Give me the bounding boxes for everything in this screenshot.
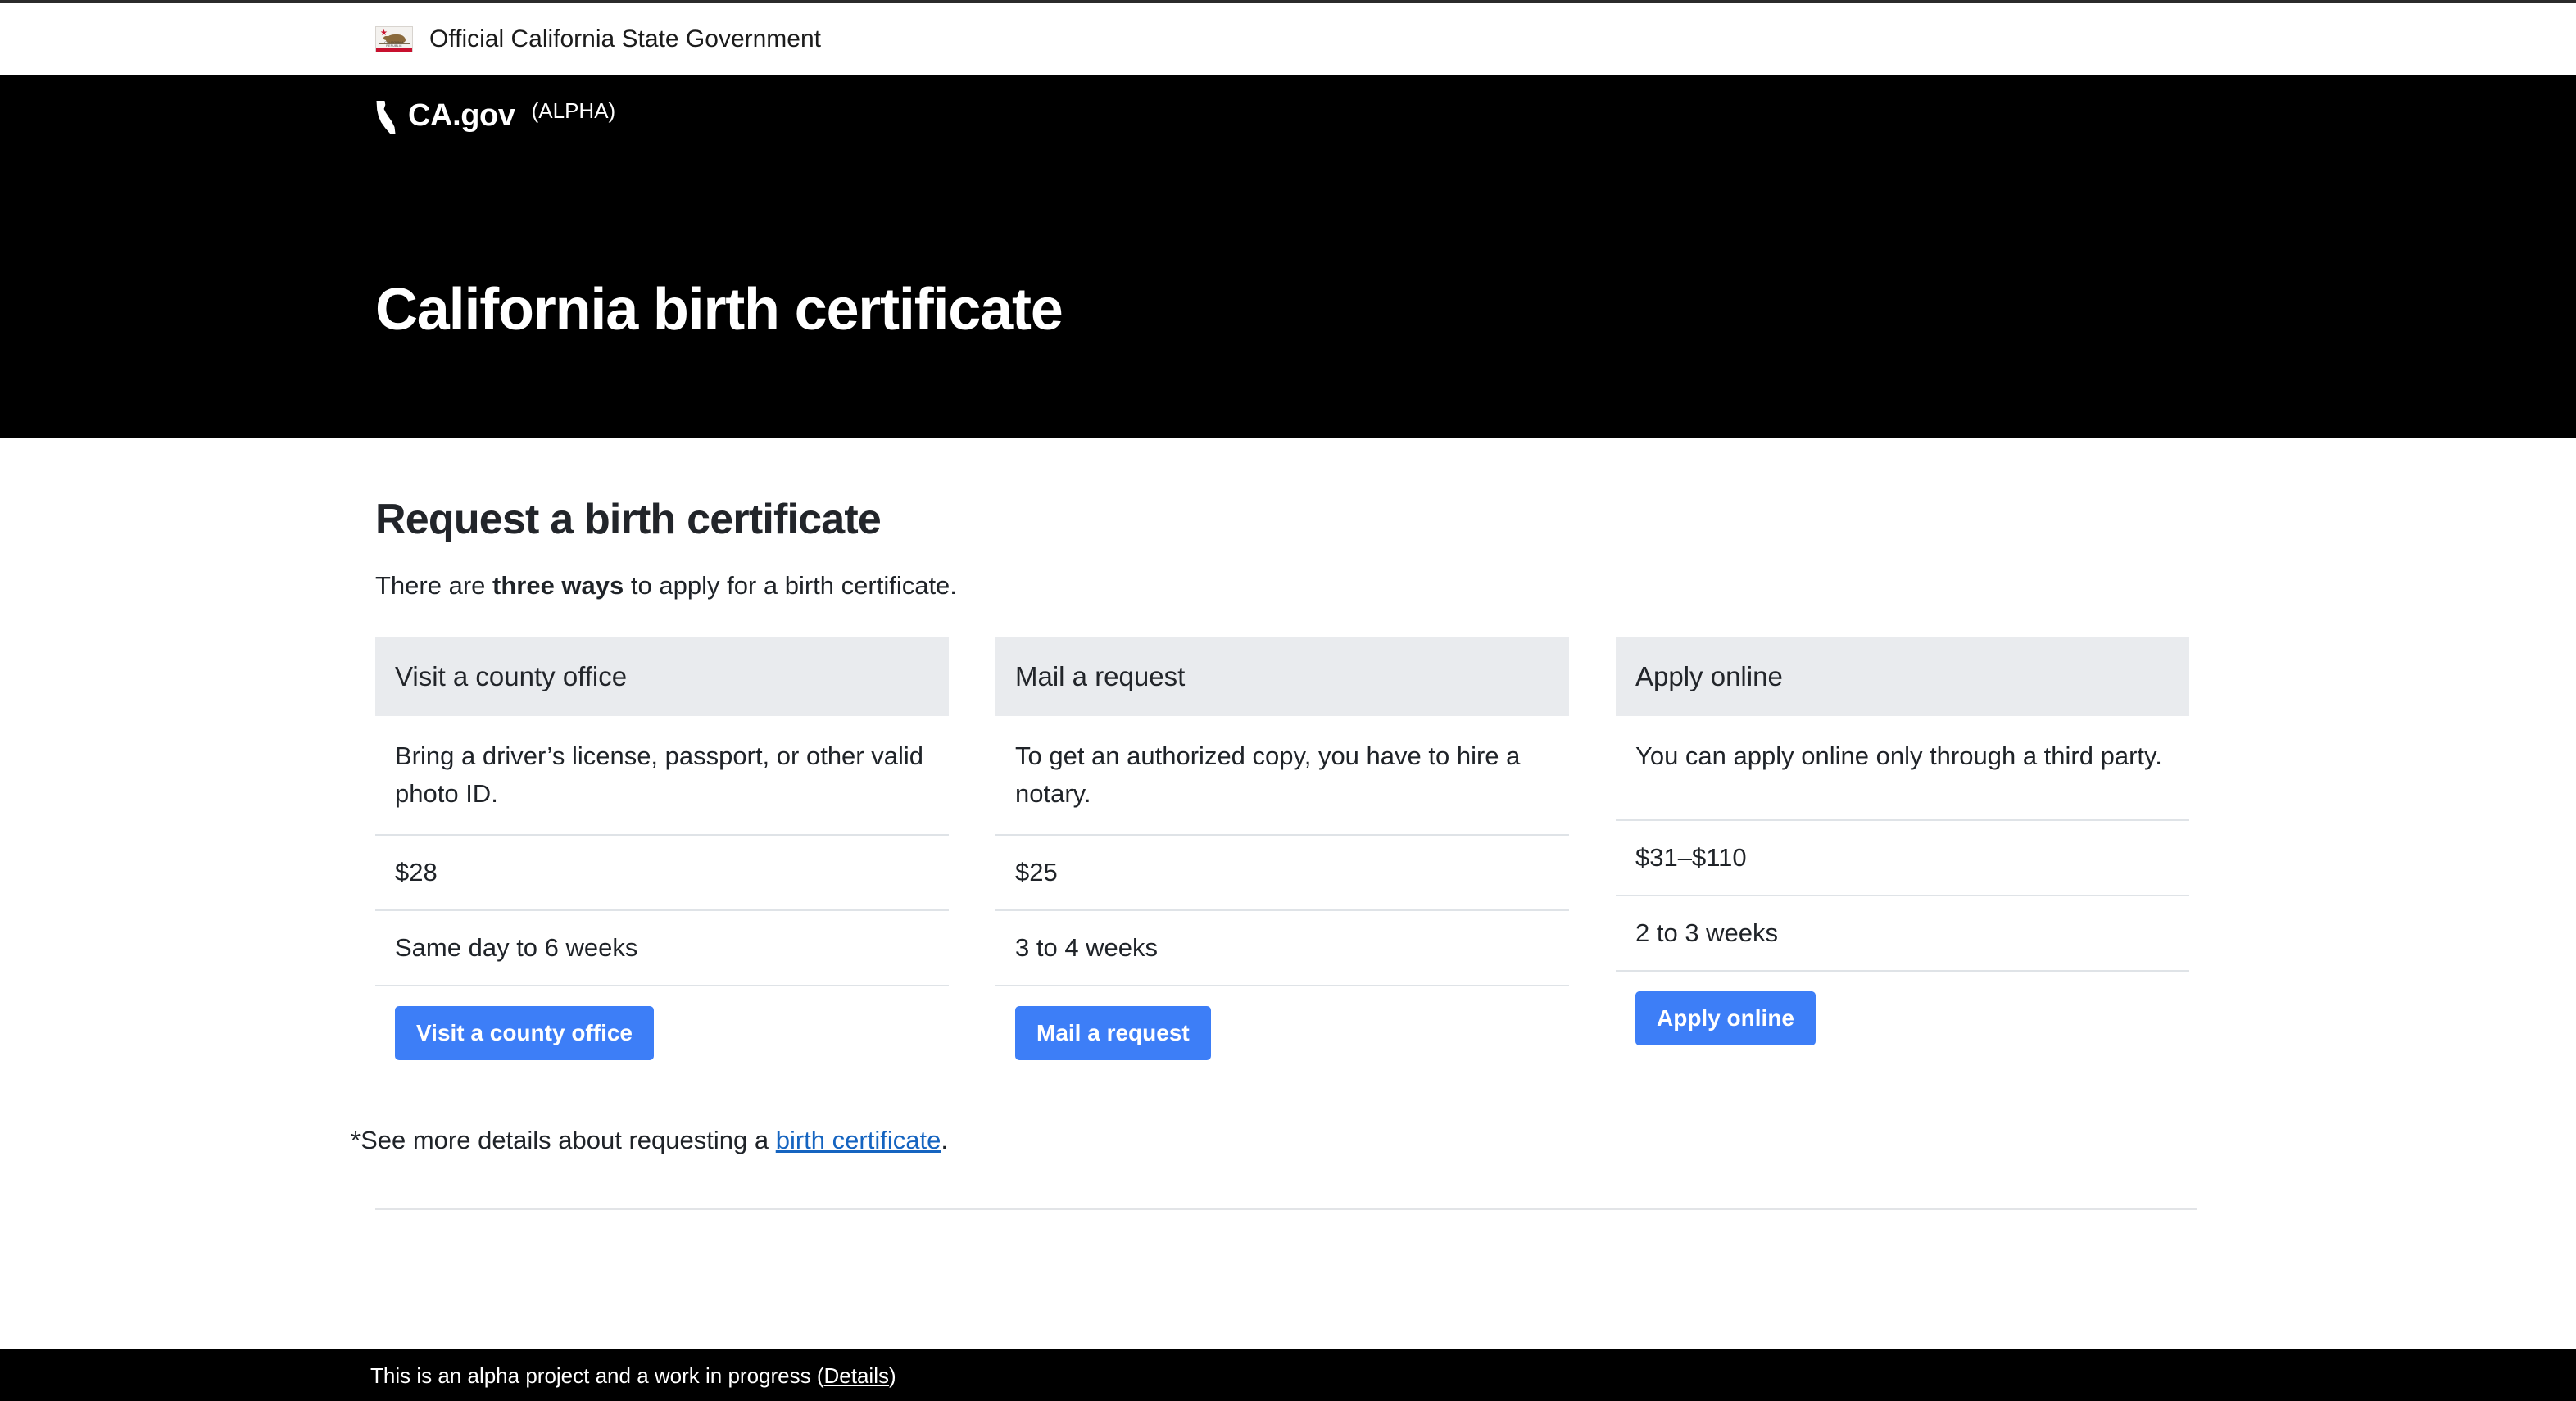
card-description: You can apply online only through a thir… bbox=[1635, 741, 2162, 770]
section-title: Request a birth certificate bbox=[375, 496, 882, 543]
card-time-row: 3 to 4 weeks bbox=[995, 911, 1569, 986]
intro-text-before: There are bbox=[375, 571, 493, 600]
option-card: Apply online You can apply online only t… bbox=[1616, 637, 2189, 1060]
option-card: Visit a county office Bring a driver’s l… bbox=[375, 637, 949, 1060]
footer-text-after: ) bbox=[888, 1363, 896, 1388]
intro-text-bold: three ways bbox=[492, 571, 624, 600]
footnote: *See more details about requesting a bir… bbox=[351, 1060, 2197, 1157]
state-banner-label: Official California State Government bbox=[429, 25, 821, 52]
content-container: Request a birth certificate There are th… bbox=[351, 438, 2197, 1210]
footer-message: This is an alpha project and a work in p… bbox=[370, 1363, 896, 1388]
card-time-row: 2 to 3 weeks bbox=[1616, 896, 2189, 972]
california-flag-icon: CALIFORNIA REPUBLIC bbox=[375, 26, 413, 52]
card-price-row: $31–$110 bbox=[1616, 821, 2189, 896]
card-description: To get an authorized copy, you have to h… bbox=[1015, 741, 1521, 808]
intro-text-after: to apply for a birth certificate. bbox=[624, 571, 957, 600]
card-processing-time: Same day to 6 weeks bbox=[395, 933, 638, 962]
visit-county-office-button[interactable]: Visit a county office bbox=[395, 1006, 654, 1060]
card-price: $25 bbox=[1015, 858, 1058, 886]
flag-red-stripe bbox=[376, 48, 412, 52]
state-utility-banner: CALIFORNIA REPUBLIC Official California … bbox=[0, 3, 2576, 75]
hero-banner: CA.gov (ALPHA) California birth certific… bbox=[0, 75, 2576, 438]
intro-paragraph: There are three ways to apply for a birt… bbox=[375, 545, 2197, 602]
card-description-row: You can apply online only through a thir… bbox=[1616, 716, 2189, 821]
card-price: $31–$110 bbox=[1635, 843, 1747, 872]
card-processing-time: 2 to 3 weeks bbox=[1635, 918, 1779, 947]
main-content: Request a birth certificate There are th… bbox=[0, 438, 2576, 1210]
card-action-row: Visit a county office bbox=[375, 986, 949, 1060]
card-time-row: Same day to 6 weeks bbox=[375, 911, 949, 986]
site-footer: This is an alpha project and a work in p… bbox=[0, 1349, 2576, 1401]
mail-a-request-button[interactable]: Mail a request bbox=[1015, 1006, 1211, 1060]
birth-certificate-link[interactable]: birth certificate bbox=[776, 1126, 941, 1154]
footer-text-before: This is an alpha project and a work in p… bbox=[370, 1363, 824, 1388]
card-price-row: $28 bbox=[375, 836, 949, 911]
apply-online-button[interactable]: Apply online bbox=[1635, 991, 1816, 1045]
option-card: Mail a request To get an authorized copy… bbox=[995, 637, 1569, 1060]
page-title: California birth certificate bbox=[375, 277, 1064, 343]
card-action-row: Apply online bbox=[1616, 972, 2189, 1045]
flag-caption: CALIFORNIA REPUBLIC bbox=[384, 41, 404, 48]
card-description-row: Bring a driver’s license, passport, or o… bbox=[375, 716, 949, 836]
card-description-row: To get an authorized copy, you have to h… bbox=[995, 716, 1569, 836]
card-header-label: Visit a county office bbox=[395, 661, 628, 691]
card-action-row: Mail a request bbox=[995, 986, 1569, 1060]
footnote-text-after: . bbox=[941, 1126, 948, 1154]
california-outline-icon bbox=[376, 101, 396, 134]
card-price-row: $25 bbox=[995, 836, 1569, 911]
card-processing-time: 3 to 4 weeks bbox=[1015, 933, 1159, 962]
card-header: Mail a request bbox=[995, 637, 1569, 716]
card-header: Visit a county office bbox=[375, 637, 949, 716]
site-logo[interactable]: CA.gov (ALPHA) bbox=[375, 98, 615, 134]
card-header-label: Apply online bbox=[1635, 661, 1783, 691]
section-divider bbox=[375, 1208, 2197, 1210]
brand-name: CA.gov bbox=[408, 98, 515, 133]
brand-alpha-tag: (ALPHA) bbox=[531, 98, 616, 123]
card-description: Bring a driver’s license, passport, or o… bbox=[395, 741, 923, 808]
footer-details-link[interactable]: Details bbox=[824, 1363, 889, 1388]
options-card-row: Visit a county office Bring a driver’s l… bbox=[375, 602, 2197, 1060]
state-banner-inner: CALIFORNIA REPUBLIC Official California … bbox=[375, 25, 821, 53]
card-header: Apply online bbox=[1616, 637, 2189, 716]
card-header-label: Mail a request bbox=[1015, 661, 1186, 691]
card-price: $28 bbox=[395, 858, 438, 886]
footnote-text-before: *See more details about requesting a bbox=[351, 1126, 776, 1154]
